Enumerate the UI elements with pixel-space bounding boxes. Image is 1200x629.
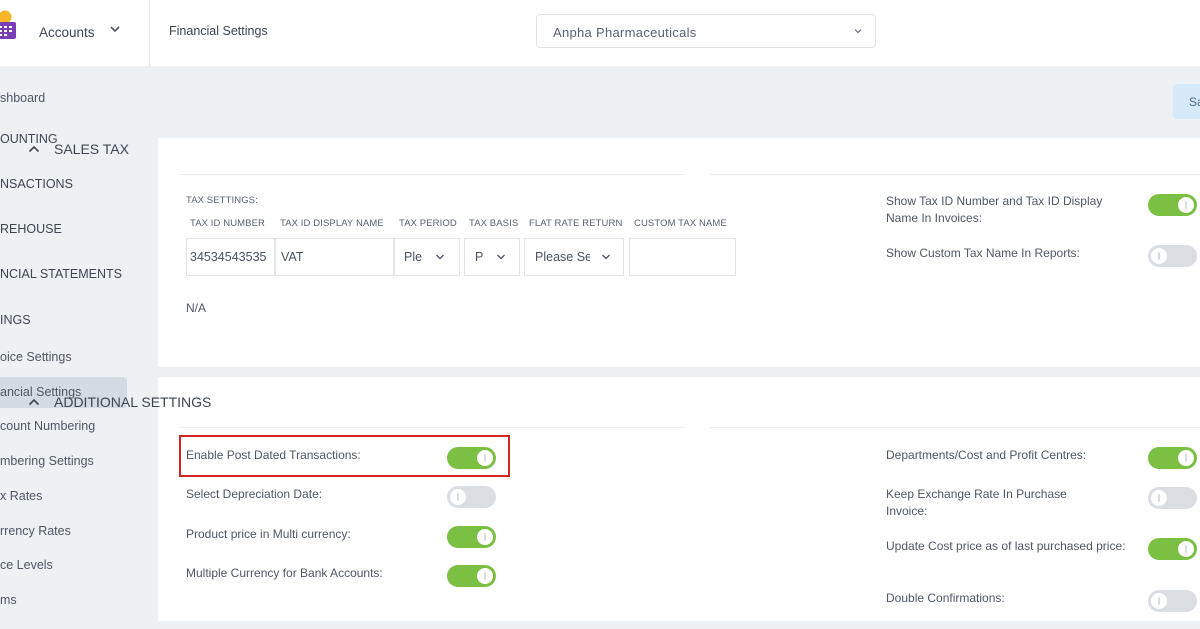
- show-tax-id-toggle[interactable]: [1148, 194, 1197, 216]
- departments-cost-profit-centres-toggle[interactable]: [1148, 447, 1197, 469]
- flat-rate-return-value: Please Se: [535, 250, 590, 264]
- section-divider: [180, 174, 684, 175]
- chevron-down-icon: [110, 26, 120, 33]
- chevron-up-icon: [28, 145, 40, 153]
- company-select-value: Anpha Pharmaceuticals: [553, 25, 697, 40]
- double-confirmations-toggle[interactable]: [1148, 590, 1197, 612]
- product-price-multi-currency-toggle[interactable]: [447, 526, 496, 548]
- sidebar-section-financial-statements[interactable]: NCIAL STATEMENTS: [0, 267, 122, 281]
- tax-id-number-input[interactable]: 34534543535: [186, 238, 275, 276]
- app-name: Accounts: [39, 25, 95, 40]
- company-select[interactable]: Anpha Pharmaceuticals: [536, 14, 876, 48]
- sidebar-section-transactions[interactable]: NSACTIONS: [0, 177, 73, 191]
- chevron-down-icon: [854, 29, 862, 34]
- tax-id-display-name-input[interactable]: VAT: [275, 238, 394, 276]
- sidebar-item-invoice-settings[interactable]: oice Settings: [0, 350, 72, 364]
- toggle-knob: [477, 529, 493, 545]
- sidebar-section-settings[interactable]: INGS: [0, 313, 31, 327]
- column-tax-id-number: TAX ID NUMBER: [190, 218, 266, 229]
- sidebar-item-currency-rates[interactable]: rrency Rates: [0, 524, 71, 538]
- sidebar-section-warehouse[interactable]: REHOUSE: [0, 222, 62, 236]
- toggle-knob: [1151, 248, 1167, 264]
- na-text: N/A: [186, 301, 207, 315]
- select-depreciation-date-label: Select Depreciation Date:: [186, 487, 323, 501]
- show-custom-tax-name-label: Show Custom Tax Name In Reports:: [886, 246, 1080, 260]
- tax-basis-select[interactable]: P: [464, 238, 520, 276]
- chevron-down-icon: [497, 254, 505, 260]
- sidebar-item-account-numbering[interactable]: count Numbering: [0, 419, 95, 433]
- departments-cost-profit-centres-label: Departments/Cost and Profit Centres:: [886, 448, 1087, 462]
- section-divider: [710, 427, 1200, 428]
- sidebar-item-items[interactable]: ms: [0, 593, 17, 607]
- sales-tax-title: SALES TAX: [54, 141, 129, 157]
- select-depreciation-date-toggle[interactable]: [447, 486, 496, 508]
- tax-id-display-name-value: VAT: [281, 250, 304, 264]
- column-tax-period: TAX PERIOD: [399, 218, 457, 229]
- save-button[interactable]: Sa: [1173, 84, 1200, 119]
- sidebar-item-tax-rates[interactable]: x Rates: [0, 489, 42, 503]
- tax-period-select[interactable]: Ple: [394, 238, 460, 276]
- tax-id-number-value: 34534543535: [190, 250, 267, 264]
- toggle-knob: [1151, 490, 1167, 506]
- calendar-clock-logo-icon: [0, 10, 16, 39]
- update-cost-price-label: Update Cost price as of last purchased p…: [886, 539, 1126, 553]
- toggle-knob: [477, 568, 493, 584]
- toggle-knob: [1151, 593, 1167, 609]
- double-confirmations-label: Double Confirmations:: [886, 591, 1005, 605]
- toggle-knob: [1178, 450, 1194, 466]
- keep-exchange-rate-label: Keep Exchange Rate In Purchase Invoice:: [886, 487, 1067, 518]
- toggle-knob: [1178, 197, 1194, 213]
- column-flat-rate-return: FLAT RATE RETURN: [529, 218, 623, 229]
- multiple-currency-bank-accounts-label: Multiple Currency for Bank Accounts:: [186, 566, 383, 580]
- toggle-knob: [450, 489, 466, 505]
- show-tax-id-label: Show Tax ID Number and Tax ID Display Na…: [886, 194, 1103, 225]
- tax-period-value: Ple: [404, 250, 423, 264]
- show-custom-tax-name-toggle[interactable]: [1148, 245, 1197, 267]
- column-custom-tax-name: CUSTOM TAX NAME: [634, 218, 727, 229]
- chevron-down-icon: [436, 254, 444, 260]
- keep-exchange-rate-toggle[interactable]: [1148, 487, 1197, 509]
- sidebar-item-dashboard[interactable]: shboard: [0, 91, 45, 105]
- tax-settings-label: TAX SETTINGS:: [186, 195, 258, 206]
- section-divider: [710, 174, 1200, 175]
- column-tax-basis: TAX BASIS: [469, 218, 519, 229]
- product-price-multi-currency-label: Product price in Multi currency:: [186, 527, 351, 541]
- toggle-knob: [1178, 541, 1194, 557]
- multiple-currency-bank-accounts-toggle[interactable]: [447, 565, 496, 587]
- annotation-highlight-box: [179, 435, 510, 477]
- flat-rate-return-select[interactable]: Please Se: [524, 238, 624, 276]
- page-title: Financial Settings: [169, 24, 268, 38]
- save-button-label: Sa: [1189, 95, 1200, 109]
- custom-tax-name-input[interactable]: [629, 238, 736, 276]
- chevron-up-icon: [28, 398, 40, 406]
- chevron-down-icon: [602, 254, 610, 260]
- sidebar-item-numbering-settings[interactable]: mbering Settings: [0, 454, 94, 468]
- top-bar: Financial Settings Anpha Pharmaceuticals: [150, 0, 1200, 66]
- column-tax-id-display-name: TAX ID DISPLAY NAME: [280, 218, 384, 229]
- update-cost-price-toggle[interactable]: [1148, 538, 1197, 560]
- section-divider: [180, 427, 684, 428]
- tax-basis-value: P: [475, 250, 484, 264]
- additional-settings-title: ADDITIONAL SETTINGS: [54, 394, 212, 410]
- sidebar-item-price-levels[interactable]: ce Levels: [0, 558, 53, 572]
- sidebar: Accounts shboard OUNTING NSACTIONS REHOU…: [0, 0, 150, 629]
- app-switcher[interactable]: Accounts: [0, 0, 150, 66]
